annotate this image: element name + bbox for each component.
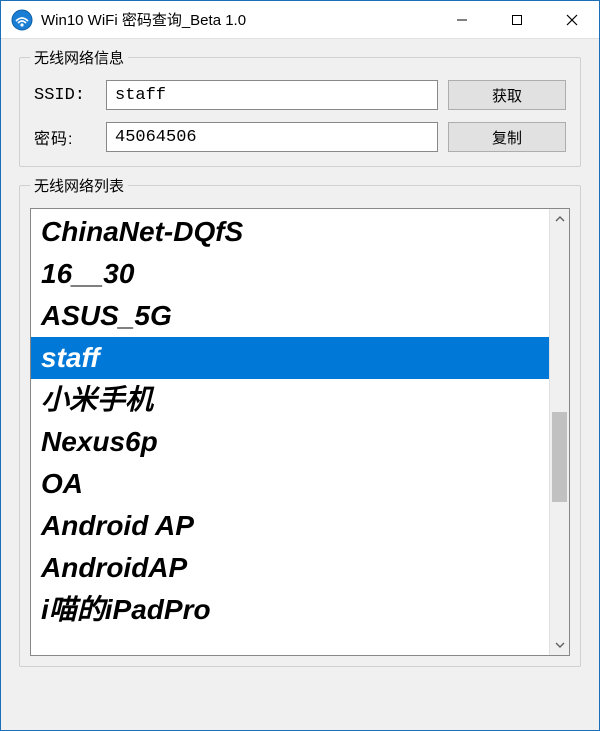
app-icon <box>11 9 33 31</box>
app-window: Win10 WiFi 密码查询_Beta 1.0 无线网络信息 SSID: 获取… <box>0 0 600 731</box>
list-item[interactable]: 16__30 <box>31 253 549 295</box>
scroll-track[interactable] <box>550 229 569 635</box>
maximize-button[interactable] <box>489 1 544 38</box>
client-area: 无线网络信息 SSID: 获取 密码: 复制 无线网络列表 ChinaNet-D… <box>1 39 599 685</box>
scroll-down-button[interactable] <box>550 635 569 655</box>
list-item[interactable]: OA <box>31 463 549 505</box>
scroll-thumb[interactable] <box>552 412 567 502</box>
list-item[interactable]: ChinaNet-DQfS <box>31 211 549 253</box>
minimize-button[interactable] <box>434 1 489 38</box>
close-button[interactable] <box>544 1 599 38</box>
list-item[interactable]: Android AP <box>31 505 549 547</box>
fetch-button[interactable]: 获取 <box>448 80 566 110</box>
scroll-up-button[interactable] <box>550 209 569 229</box>
password-input[interactable] <box>106 122 438 152</box>
password-row: 密码: 复制 <box>34 122 566 152</box>
network-listbox[interactable]: ChinaNet-DQfS16__30ASUS_5Gstaff小米手机Nexus… <box>31 209 549 655</box>
list-item[interactable]: 小米手机 <box>31 379 549 421</box>
titlebar: Win10 WiFi 密码查询_Beta 1.0 <box>1 1 599 39</box>
vertical-scrollbar[interactable] <box>549 209 569 655</box>
network-info-group: 无线网络信息 SSID: 获取 密码: 复制 <box>19 57 581 167</box>
copy-button[interactable]: 复制 <box>448 122 566 152</box>
ssid-row: SSID: 获取 <box>34 80 566 110</box>
password-label: 密码: <box>34 125 96 149</box>
list-item[interactable]: Nexus6p <box>31 421 549 463</box>
network-list-title: 无线网络列表 <box>30 175 128 196</box>
list-item[interactable]: AndroidAP <box>31 547 549 589</box>
network-info-title: 无线网络信息 <box>30 47 128 68</box>
network-listbox-wrapper: ChinaNet-DQfS16__30ASUS_5Gstaff小米手机Nexus… <box>30 208 570 656</box>
ssid-label: SSID: <box>34 86 96 105</box>
window-title: Win10 WiFi 密码查询_Beta 1.0 <box>41 9 434 30</box>
window-controls <box>434 1 599 38</box>
ssid-input[interactable] <box>106 80 438 110</box>
list-item[interactable]: ASUS_5G <box>31 295 549 337</box>
list-item[interactable]: i喵的iPadPro <box>31 589 549 631</box>
network-list-group: 无线网络列表 ChinaNet-DQfS16__30ASUS_5Gstaff小米… <box>19 185 581 667</box>
list-item[interactable]: staff <box>31 337 549 379</box>
